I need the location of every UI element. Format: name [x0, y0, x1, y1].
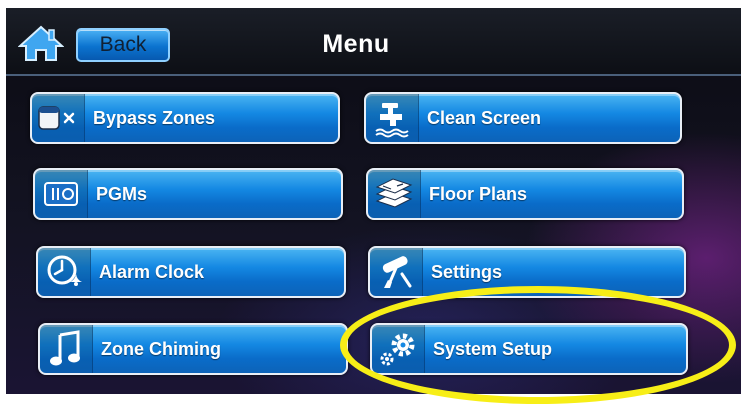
- back-button[interactable]: Back: [76, 28, 170, 62]
- faucet-icon: [366, 94, 419, 142]
- alarm-clock-icon: [38, 248, 91, 296]
- pgms-label: PGMs: [96, 183, 148, 204]
- floor-plans-icon: [368, 170, 421, 218]
- pgms-button[interactable]: PGMs: [33, 168, 343, 220]
- system-setup-button[interactable]: System Setup: [370, 323, 688, 375]
- pgm-switch-icon: [35, 170, 88, 218]
- gears-icon: [372, 325, 425, 373]
- music-note-icon: [40, 325, 93, 373]
- alarm-clock-label: Alarm Clock: [99, 261, 205, 282]
- settings-button[interactable]: Settings: [368, 246, 686, 298]
- zone-chiming-label: Zone Chiming: [101, 338, 221, 359]
- clean-screen-button[interactable]: Clean Screen: [364, 92, 682, 144]
- touchscreen-panel: Back Menu Bypass Zones Clean Screen PGMs…: [6, 8, 741, 394]
- floor-plans-label: Floor Plans: [429, 183, 528, 204]
- settings-tools-icon: [370, 248, 423, 296]
- bypass-zones-button[interactable]: Bypass Zones: [30, 92, 340, 144]
- header-bar: Back Menu: [6, 8, 741, 76]
- home-icon[interactable]: [17, 24, 65, 62]
- alarm-clock-button[interactable]: Alarm Clock: [36, 246, 346, 298]
- system-setup-label: System Setup: [433, 338, 553, 359]
- bypass-zones-icon: [32, 94, 85, 142]
- zone-chiming-button[interactable]: Zone Chiming: [38, 323, 348, 375]
- page-title: Menu: [322, 30, 390, 58]
- floor-plans-button[interactable]: Floor Plans: [366, 168, 684, 220]
- bypass-zones-label: Bypass Zones: [93, 107, 216, 128]
- clean-screen-label: Clean Screen: [427, 107, 542, 128]
- settings-label: Settings: [431, 261, 503, 282]
